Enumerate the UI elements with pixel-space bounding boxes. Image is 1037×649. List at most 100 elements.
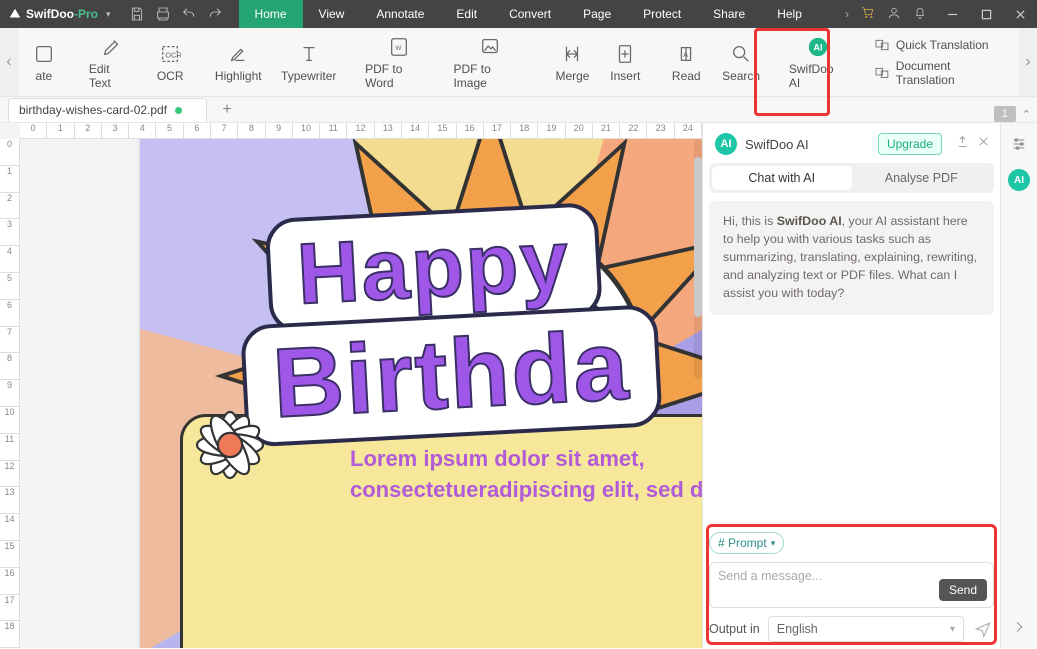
- quick-translation-button[interactable]: Quick Translation: [874, 37, 1011, 53]
- prompt-chip-label: # Prompt: [718, 536, 767, 550]
- language-select[interactable]: English▾: [768, 616, 964, 642]
- redo-icon[interactable]: [207, 6, 223, 22]
- pdf-to-word-button[interactable]: WPDF to Word: [355, 30, 443, 94]
- pdf-to-image-label: PDF to Image: [453, 62, 526, 90]
- merge-button[interactable]: Merge: [546, 37, 600, 87]
- ribbon-scroll-right[interactable]: ›: [1019, 28, 1037, 96]
- bell-icon[interactable]: [913, 6, 927, 23]
- title-right: ›: [837, 6, 935, 23]
- chevron-right-icon[interactable]: [1008, 616, 1030, 638]
- headline-badge: Happy Birthda: [264, 189, 702, 446]
- search-button[interactable]: Search: [712, 37, 770, 87]
- ai-input-area: # Prompt ▾ Send a message... Send Output …: [709, 532, 994, 642]
- brand-dropdown-icon[interactable]: ▾: [106, 9, 111, 20]
- svg-text:A: A: [684, 50, 689, 59]
- user-icon[interactable]: [887, 6, 901, 23]
- close-panel-icon[interactable]: [977, 135, 990, 153]
- menu-help[interactable]: Help: [761, 0, 818, 28]
- ai-icon: AI: [807, 36, 829, 58]
- document-translation-button[interactable]: Document Translation: [874, 59, 1011, 87]
- pdf-page: Happy Birthda Lorem ipsum dolor sit: [140, 139, 702, 648]
- ai-greeting-bold: SwifDoo AI: [777, 214, 842, 228]
- ribbon-ate-button[interactable]: ate: [18, 37, 70, 87]
- document-viewport: 0123456789101112131415161718192021222324…: [0, 123, 702, 648]
- chevron-down-icon: ▾: [950, 624, 955, 635]
- unsaved-dot-icon: [175, 107, 182, 114]
- scrollbar-thumb[interactable]: [694, 157, 702, 317]
- message-input[interactable]: Send a message... Send: [709, 562, 994, 608]
- document-tab-label: birthday-wishes-card-02.pdf: [19, 103, 167, 117]
- swifdoo-ai-button[interactable]: AI SwifDoo AI: [779, 30, 857, 94]
- vertical-scrollbar[interactable]: [694, 139, 702, 379]
- ai-greeting-pre: Hi, this is: [723, 214, 777, 228]
- ribbon-scroll-left[interactable]: ‹: [0, 28, 18, 96]
- menu-edit[interactable]: Edit: [440, 0, 493, 28]
- ocr-label: OCR: [157, 69, 184, 83]
- quick-translation-label: Quick Translation: [896, 38, 989, 52]
- window-controls: [935, 0, 1037, 28]
- menu-home[interactable]: Home: [239, 0, 303, 28]
- menu-bar: Home View Annotate Edit Convert Page Pro…: [239, 0, 837, 28]
- top-ruler: 0123456789101112131415161718192021222324: [20, 123, 702, 139]
- export-icon[interactable]: [956, 135, 969, 153]
- ai-panel-title: SwifDoo AI: [745, 137, 870, 152]
- right-rail: AI: [1000, 123, 1037, 648]
- menu-convert[interactable]: Convert: [493, 0, 567, 28]
- ribbon: ‹ ate Edit Text OCR OCR Highlight Typewri…: [0, 28, 1037, 97]
- minimize-button[interactable]: [935, 0, 969, 28]
- save-icon[interactable]: [129, 6, 145, 22]
- document-translation-label: Document Translation: [896, 59, 1011, 87]
- page-count-badge: 1: [994, 106, 1016, 122]
- headline-line1: Happy: [295, 221, 572, 314]
- tab-analyse-pdf[interactable]: Analyse PDF: [852, 166, 992, 190]
- swifdoo-ai-label: SwifDoo AI: [789, 62, 847, 90]
- edit-text-button[interactable]: Edit Text: [79, 30, 144, 94]
- svg-text:AI: AI: [813, 43, 822, 53]
- typewriter-button[interactable]: Typewriter: [271, 37, 346, 87]
- menu-protect[interactable]: Protect: [627, 0, 697, 28]
- ai-greeting-message: Hi, this is SwifDoo AI, your AI assistan…: [709, 201, 994, 315]
- brand-name-b: -Pro: [74, 7, 98, 21]
- undo-icon[interactable]: [181, 6, 197, 22]
- brand-name-a: SwifDoo: [26, 7, 74, 21]
- settings-sliders-icon[interactable]: [1008, 133, 1030, 155]
- menu-view[interactable]: View: [303, 0, 361, 28]
- highlight-button[interactable]: Highlight: [205, 37, 271, 87]
- menu-share[interactable]: Share: [697, 0, 761, 28]
- title-bar: SwifDoo-Pro ▾ Home View Annotate Edit Co…: [0, 0, 1037, 28]
- app-logo: SwifDoo-Pro ▾: [0, 7, 119, 21]
- send-button[interactable]: Send: [939, 579, 987, 601]
- search-label: Search: [722, 69, 760, 83]
- pdf-to-image-button[interactable]: PDF to Image: [443, 30, 536, 94]
- document-tab[interactable]: birthday-wishes-card-02.pdf: [8, 98, 207, 122]
- print-icon[interactable]: [155, 6, 171, 22]
- add-tab-button[interactable]: +: [217, 100, 237, 120]
- chevron-right-icon[interactable]: ›: [845, 7, 849, 21]
- insert-button[interactable]: Insert: [599, 37, 651, 87]
- svg-text:W: W: [396, 45, 403, 52]
- cart-icon[interactable]: [861, 6, 875, 23]
- read-button[interactable]: ARead: [660, 37, 712, 87]
- output-in-label: Output in: [709, 622, 760, 636]
- upgrade-button[interactable]: Upgrade: [878, 133, 942, 155]
- menu-page[interactable]: Page: [567, 0, 627, 28]
- ocr-button[interactable]: OCR OCR: [144, 37, 196, 87]
- tab-chat-with-ai[interactable]: Chat with AI: [712, 166, 852, 190]
- submit-icon[interactable]: [972, 618, 994, 640]
- canvas[interactable]: Happy Birthda Lorem ipsum dolor sit: [20, 139, 702, 648]
- rail-ai-icon[interactable]: AI: [1008, 169, 1030, 191]
- swifdoo-logo-icon: [8, 7, 22, 21]
- typewriter-label: Typewriter: [281, 69, 336, 83]
- close-button[interactable]: [1003, 0, 1037, 28]
- tabstrip-right: 1 ⌃: [994, 106, 1037, 122]
- collapse-ribbon-icon[interactable]: ⌃: [1022, 108, 1031, 121]
- chevron-down-icon: ▾: [771, 538, 776, 549]
- quick-access-toolbar: [119, 6, 233, 22]
- svg-text:OCR: OCR: [166, 51, 182, 60]
- message-placeholder: Send a message...: [718, 569, 822, 583]
- output-language-row: Output in English▾: [709, 616, 994, 642]
- prompt-chip[interactable]: # Prompt ▾: [709, 532, 784, 554]
- maximize-button[interactable]: [969, 0, 1003, 28]
- menu-annotate[interactable]: Annotate: [360, 0, 440, 28]
- document-tab-strip: birthday-wishes-card-02.pdf + 1 ⌃: [0, 97, 1037, 123]
